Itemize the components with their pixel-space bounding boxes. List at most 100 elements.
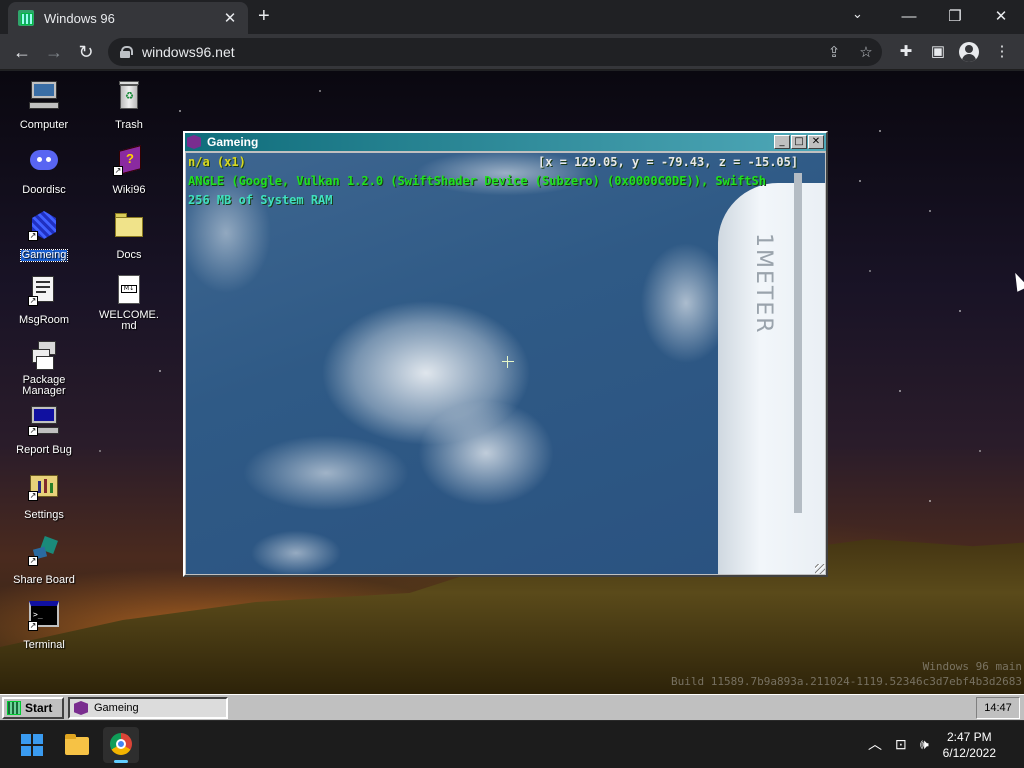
file-explorer-icon[interactable] — [59, 727, 95, 763]
desktop-icon-docs[interactable]: Docs — [87, 209, 171, 263]
desktop-icon-terminal[interactable]: >_ ↗ Terminal — [2, 599, 86, 653]
scene-billboard-text: 1METER — [751, 233, 776, 335]
desktop-icon-welcome-md[interactable]: M↓ WELCOME.md — [87, 274, 171, 334]
menu-kebab-icon[interactable]: ⋮ — [991, 41, 1013, 63]
crosshair-icon — [502, 356, 514, 368]
new-tab-button[interactable]: + — [258, 6, 270, 26]
desktop-icon-label: Computer — [19, 119, 69, 131]
chrome-taskbar-icon[interactable] — [103, 727, 139, 763]
hud-memory: 256 MB of System RAM — [188, 193, 333, 207]
forward-arrow-icon[interactable]: → — [43, 41, 65, 63]
side-panel-icon[interactable]: ▣ — [927, 41, 949, 63]
desktop-icon-label: Terminal — [23, 639, 65, 651]
desktop-icon-label: Docs — [116, 249, 142, 261]
extensions-puzzle-icon[interactable]: ✚ — [895, 41, 917, 63]
book-icon: ? ↗ — [113, 144, 145, 176]
shortcut-arrow-icon: ↗ — [28, 231, 38, 241]
start-button[interactable]: Start — [2, 697, 64, 719]
browser-tabstrip: Windows 96 ✕ + ⌄ — ❐ ✕ — [0, 0, 1024, 34]
desktop-icon-label: WELCOME.md — [99, 309, 159, 332]
w96-taskbar: Start Gameing 14:47 — [0, 694, 1024, 720]
desktop-icon-label: Share Board — [13, 574, 75, 586]
desktop-icon-label: Report Bug — [16, 444, 72, 456]
desktop-icon-label: Wiki96 — [112, 184, 146, 196]
chat-icon: ↗ — [28, 274, 60, 306]
windows-start-icon[interactable] — [14, 727, 50, 763]
shortcut-arrow-icon: ↗ — [28, 296, 38, 306]
window-maximize-button[interactable]: □ — [791, 135, 807, 149]
active-indicator — [114, 760, 128, 763]
restore-button[interactable]: ❐ — [932, 0, 978, 32]
chrome-logo-icon — [110, 733, 132, 755]
tab-search-chevron-icon[interactable]: ⌄ — [852, 6, 863, 22]
desktop-icon-report-bug[interactable]: ↗ Report Bug — [2, 404, 86, 458]
system-time: 2:47 PM — [946, 730, 992, 744]
desktop-icon-gameing[interactable]: ↗ Gameing — [2, 209, 86, 263]
hud-renderer: ANGLE (Google, Vulkan 1.2.0 (SwiftShader… — [188, 174, 766, 188]
desktop-icon-label: Settings — [24, 509, 64, 521]
url-text[interactable]: windows96.net — [142, 44, 818, 60]
desktop-icon-settings[interactable]: ↗ Settings — [2, 469, 86, 523]
back-arrow-icon[interactable]: ← — [11, 41, 33, 63]
reload-icon[interactable]: ↻ — [75, 41, 97, 63]
address-bar[interactable]: windows96.net ⇪ ☆ — [108, 38, 882, 66]
share-board-icon: ↗ — [28, 534, 60, 566]
desktop-icon-package-manager[interactable]: Package Manager — [2, 339, 86, 399]
computer-icon — [28, 79, 60, 111]
tab-title: Windows 96 — [44, 10, 115, 26]
taskbar-item-gameing[interactable]: Gameing — [68, 697, 228, 719]
taskbar-item-label: Gameing — [94, 702, 139, 714]
desktop-icon-msgroom[interactable]: ↗ MsgRoom — [2, 274, 86, 328]
minimize-button[interactable]: — — [886, 0, 932, 32]
package-icon — [28, 339, 60, 371]
cube-icon: ↗ — [28, 209, 60, 241]
w96-clock[interactable]: 14:47 — [976, 697, 1020, 719]
desktop-icon-label: Doordisc — [22, 184, 66, 196]
bookmark-star-icon[interactable]: ☆ — [850, 43, 882, 61]
gameing-window[interactable]: Gameing _ □ ✕ 1METER n/a (x1) [x = 129.0… — [183, 131, 828, 577]
resize-grip[interactable] — [815, 564, 825, 574]
network-icon[interactable]: ⊡ — [895, 736, 907, 752]
shortcut-arrow-icon: ↗ — [28, 491, 38, 501]
shortcut-arrow-icon: ↗ — [28, 426, 38, 436]
shortcut-arrow-icon: ↗ — [28, 621, 38, 631]
lock-icon[interactable] — [120, 46, 133, 58]
shortcut-arrow-icon: ↗ — [28, 556, 38, 566]
system-clock[interactable]: 2:47 PM 6/12/2022 — [943, 729, 996, 761]
shortcut-arrow-icon: ↗ — [113, 166, 123, 176]
start-label: Start — [25, 701, 53, 715]
settings-icon: ↗ — [28, 469, 60, 501]
system-date: 6/12/2022 — [942, 746, 996, 760]
window-minimize-button[interactable]: _ — [774, 135, 790, 149]
windows-taskbar: ︿ ⊡ 🕪 2:47 PM 6/12/2022 — [0, 720, 1024, 768]
tray-overflow-chevron-icon[interactable]: ︿ — [868, 736, 882, 752]
w96-desktop[interactable]: Computer Doordisc ↗ Gameing ↗ MsgRoom Pa… — [0, 71, 1024, 694]
window-titlebar[interactable]: Gameing _ □ ✕ — [185, 133, 826, 151]
browser-toolbar: ← → ↻ windows96.net ⇪ ☆ ✚ ▣ ⋮ — [0, 34, 1024, 70]
windows96-favicon-icon — [18, 10, 34, 26]
start-logo-icon — [7, 701, 21, 715]
share-icon[interactable]: ⇪ — [818, 43, 850, 61]
window-controls: — ❐ ✕ — [886, 0, 1024, 32]
desktop-icon-wiki96[interactable]: ? ↗ Wiki96 — [87, 144, 171, 198]
desktop-icon-doordisc[interactable]: Doordisc — [2, 144, 86, 198]
desktop-icon-label: Gameing — [19, 249, 69, 262]
window-close-button[interactable]: ✕ — [808, 135, 824, 149]
desktop-icon-label: Package Manager — [22, 374, 66, 397]
desktop-icon-label: Trash — [115, 119, 143, 131]
close-button[interactable]: ✕ — [978, 0, 1024, 32]
scene-billboard-post — [794, 173, 802, 513]
desktop-icon-computer[interactable]: Computer — [2, 79, 86, 133]
window-title: Gameing — [207, 135, 259, 149]
volume-icon[interactable]: 🕪 — [920, 736, 929, 752]
desktop-icon-share-board[interactable]: ↗ Share Board — [2, 534, 86, 588]
desktop-icon-trash[interactable]: ♻ Trash — [87, 79, 171, 133]
w96-version-line1: Windows 96 main — [922, 660, 1022, 673]
profile-avatar-icon[interactable] — [959, 42, 979, 62]
gameing-app-icon — [187, 135, 201, 149]
desktop-icon-label: MsgRoom — [18, 314, 70, 326]
w96-version-line2: Build 11589.7b9a893a.211024-1119.52346c3… — [671, 675, 1022, 688]
tab-close-icon[interactable]: ✕ — [222, 9, 238, 27]
browser-tab-windows96[interactable]: Windows 96 ✕ — [8, 2, 248, 34]
game-canvas[interactable]: 1METER n/a (x1) [x = 129.05, y = -79.43,… — [186, 153, 825, 574]
